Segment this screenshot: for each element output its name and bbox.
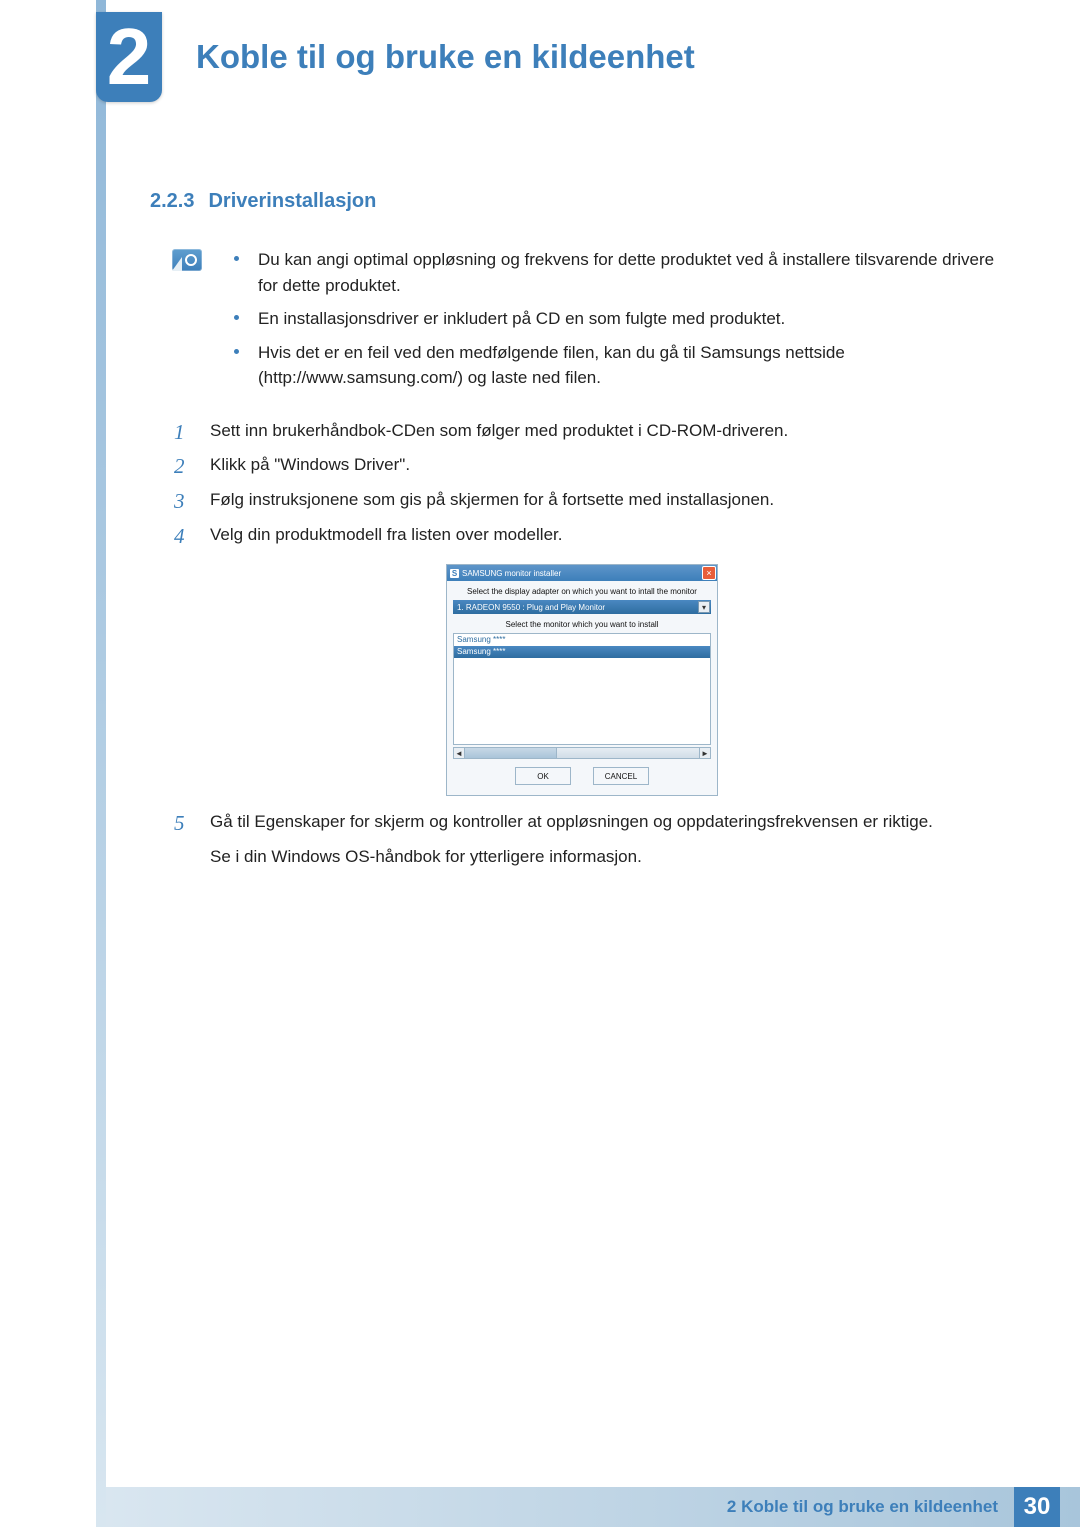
section-number: 2.2.3 [150,190,194,212]
step-item: 2Klikk på "Windows Driver". [174,451,1014,480]
page-number: 30 [1014,1487,1060,1527]
step-item: 1Sett inn brukerhåndbok-CDen som følger … [174,417,1014,446]
list-item[interactable]: Samsung **** [454,634,710,646]
step-text: Velg din produktmodell fra listen over m… [210,525,562,544]
step-item: 3Følg instruksjonene som gis på skjermen… [174,486,1014,515]
step-text: Gå til Egenskaper for skjerm og kontroll… [210,812,933,831]
chapter-number-badge: 2 [96,12,162,102]
adapter-selected: 1. RADEON 9550 : Plug and Play Monitor [457,603,605,612]
content: 2.2.3 Driverinstallasjon Du kan angi opti… [150,190,1014,878]
window-title: SAMSUNG monitor installer [462,569,561,578]
note-icon [172,249,202,271]
footer-text: 2 Koble til og bruke en kildeenhet [727,1497,998,1517]
note-bullets: Du kan angi optimal oppløsning og frekve… [234,247,1014,391]
scrollbar-track[interactable] [465,747,699,759]
close-icon[interactable]: × [702,566,716,580]
step-number: 5 [174,806,185,842]
horizontal-scrollbar[interactable]: ◄ ► [453,747,711,759]
page: 2 Koble til og bruke en kildeenhet 2.2.3… [0,0,1080,1527]
steps-list: 1 Sett inn brukerhåndbok-CDen som følger … [150,417,1014,551]
app-icon: S [450,569,459,578]
list-item[interactable]: Samsung **** [454,646,710,658]
step-item: 5 Gå til Egenskaper for skjerm og kontro… [174,808,1014,872]
step-item: 4Velg din produktmodell fra listen over … [174,521,1014,550]
note-bullet: Hvis det er en feil ved den medfølgende … [234,340,1014,391]
step-number: 4 [174,519,185,555]
steps-list-cont: 5 Gå til Egenskaper for skjerm og kontro… [150,808,1014,872]
step-number: 2 [174,449,185,485]
adapter-combo[interactable]: 1. RADEON 9550 : Plug and Play Monitor ▾ [453,600,711,614]
ok-button[interactable]: OK [515,767,571,785]
note-bullet: En installasjonsdriver er inkludert på C… [234,306,1014,332]
monitor-prompt: Select the monitor which you want to ins… [447,614,717,633]
chevron-down-icon[interactable]: ▾ [698,601,710,613]
button-row: OK CANCEL [447,759,717,795]
footer: 2 Koble til og bruke en kildeenhet 30 [106,1487,1080,1527]
step-number: 3 [174,484,185,520]
step-text: Klikk på "Windows Driver". [210,455,410,474]
note-block: Du kan angi optimal oppløsning og frekve… [150,247,1014,391]
adapter-prompt: Select the display adapter on which you … [447,581,717,600]
arrow-left-icon[interactable]: ◄ [453,747,465,759]
cancel-button[interactable]: CANCEL [593,767,649,785]
installer-dialog: S SAMSUNG monitor installer × Select the… [446,564,718,796]
step-text: Sett inn brukerhåndbok-CDen som følger m… [210,421,788,440]
arrow-right-icon[interactable]: ► [699,747,711,759]
step-text: Se i din Windows OS-håndbok for ytterlig… [210,843,1014,872]
titlebar: S SAMSUNG monitor installer × [447,565,717,581]
scrollbar-thumb[interactable] [465,748,557,758]
section-heading: 2.2.3 Driverinstallasjon [150,190,1014,213]
section-title: Driverinstallasjon [208,190,376,212]
note-bullet: Du kan angi optimal oppløsning og frekve… [234,247,1014,298]
monitor-listbox[interactable]: Samsung **** Samsung **** [453,633,711,745]
side-stripe [96,0,106,1527]
step-number: 1 [174,415,185,451]
step-text: Følg instruksjonene som gis på skjermen … [210,490,774,509]
chapter-title: Koble til og bruke en kildeenhet [196,38,695,76]
